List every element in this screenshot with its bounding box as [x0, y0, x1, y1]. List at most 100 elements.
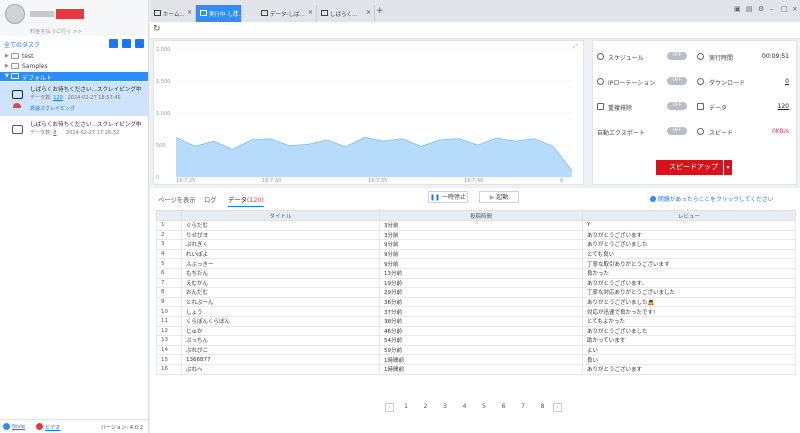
tab-data[interactable]: データ-しば... × — [257, 5, 317, 22]
table-row[interactable]: 8 おんだむ 29分前 丁寧な対応ありがとうございました — [156, 287, 796, 298]
page-number[interactable]: 4 — [458, 403, 472, 410]
table-row[interactable]: 11 くらぽんくらぽん 38分前 とてもよかった — [156, 315, 796, 327]
table-row[interactable]: 10 しょう 37分前 対応が迅速で良かったです! — [156, 306, 796, 317]
col-posted[interactable]: 投稿時間 — [379, 210, 583, 221]
task-item[interactable]: しばらくお待ちください...スクレイピング中 データ数: 120 2024-02… — [0, 82, 148, 116]
help-link[interactable]: 問題があったらここをクリックしてください — [650, 194, 774, 203]
download-value[interactable]: 0 — [739, 78, 789, 85]
close-icon[interactable]: × — [135, 85, 140, 92]
col-title[interactable]: タイトル — [181, 210, 380, 221]
book-icon[interactable]: ▤ — [746, 5, 753, 13]
table-row[interactable]: 4 れいぽよ 9分前 とても良い — [156, 248, 796, 260]
new-folder-icon[interactable] — [122, 39, 131, 48]
page-number[interactable]: 2 — [419, 403, 433, 410]
tab-home[interactable]: ホーム... × — [150, 5, 196, 22]
task-item[interactable]: しばらくお待ちください...スクレイピング中 データ数: 8 2024-02-2… — [0, 117, 148, 151]
folder-test[interactable]: ▶ test — [0, 52, 148, 61]
style-link[interactable]: Stvle — [12, 424, 25, 430]
ip-rotation-toggle[interactable]: OFF — [667, 77, 687, 85]
close-icon[interactable]: × — [308, 9, 313, 16]
page-number[interactable]: 7 — [516, 403, 530, 410]
table-row[interactable]: 14 ぷれぴこ 59分前 よい — [156, 344, 796, 356]
schedule-toggle[interactable]: OFF — [667, 52, 687, 60]
expand-icon[interactable]: ⤢ — [573, 43, 578, 51]
table-row[interactable]: 12 じゅか 46分前 ありがとうございました — [156, 325, 796, 337]
page-number[interactable]: 8 — [536, 403, 550, 410]
ip-rotation-label: IPローテーション — [608, 80, 656, 87]
prev-page-icon[interactable]: ‹ — [385, 403, 394, 412]
task-count[interactable]: 120 — [53, 95, 63, 101]
tab-show-page[interactable]: ページを表示 — [158, 195, 196, 204]
next-page-icon[interactable]: › — [553, 403, 562, 412]
row-index: 13 — [156, 335, 182, 346]
row-posted: 46分前 — [379, 325, 583, 337]
account-header: 料金を払うに行く >> — [0, 0, 148, 36]
sidebar-footer: Stvle ビデオ バージョン: 4.0.2 — [0, 419, 148, 433]
table-row[interactable]: 9 とれぷーん 36分前 ありがとうございました🙇 — [156, 296, 796, 308]
row-review: ありがとうございました — [582, 325, 796, 337]
version-label: バージョン: 4.0.2 — [100, 425, 143, 431]
import-icon[interactable] — [135, 39, 144, 48]
gear-icon[interactable]: ⚙ — [758, 5, 764, 13]
folder-samples[interactable]: ▶ Samples — [0, 62, 148, 71]
refresh-icon[interactable]: ↻ — [153, 24, 161, 34]
avatar[interactable] — [5, 4, 25, 24]
chevron-down-icon[interactable]: ▾ — [723, 160, 732, 175]
tab-log[interactable]: ログ — [204, 195, 217, 204]
data-value[interactable]: 120 — [739, 103, 789, 110]
table-row[interactable]: 15 1366877 1時間前 良い — [156, 354, 796, 365]
row-posted: 37分前 — [379, 306, 583, 317]
close-icon[interactable]: × — [366, 9, 371, 16]
y-tick-label: 2,000 — [156, 47, 170, 53]
table-row[interactable]: 1 ぐらだむ 3分前 Y — [156, 220, 796, 231]
page-number[interactable]: 5 — [477, 403, 491, 410]
table-row[interactable]: 13 ぷっちん 54分前 助かっています — [156, 335, 796, 346]
table-row[interactable]: 16 ぷれへ 1時間前 ありがとうございます — [156, 363, 796, 375]
table-row[interactable]: 2 りせぴヨ 3分前 ありがとうございます — [156, 229, 796, 241]
close-icon[interactable]: × — [187, 9, 192, 16]
auto-export-toggle[interactable]: OFF — [667, 127, 687, 135]
pause-button[interactable]: ❚❚ 一時停止 — [428, 191, 468, 203]
dedup-icon — [597, 103, 604, 110]
task-count-label: データ数: — [30, 130, 52, 136]
new-task-icon[interactable] — [109, 39, 118, 48]
dedup-toggle[interactable]: OFF — [667, 102, 687, 110]
row-review: ありがとうございます。 — [582, 277, 796, 289]
task-time: 2024-02-27 17:28:32 — [66, 130, 120, 136]
page-number[interactable]: 6 — [497, 403, 511, 410]
table-row[interactable]: 3 ぷれぎく 9分前 ありがとうございました — [156, 239, 796, 250]
start-button[interactable]: ▶ 起動 — [479, 191, 519, 203]
tab-data-view[interactable]: データ(120) — [228, 195, 264, 207]
add-tab-icon[interactable]: + — [376, 6, 384, 16]
video-link[interactable]: ビデオ — [45, 424, 61, 431]
close-icon[interactable]: × — [233, 9, 238, 16]
tab-task[interactable]: しばらく... × — [317, 5, 375, 22]
row-posted: 13分前 — [379, 267, 583, 279]
table-row[interactable]: 5 ふぶっきー 9分前 丁寧な取引ありがとうございます — [156, 258, 796, 269]
row-posted: 36分前 — [379, 296, 583, 308]
row-index: 7 — [156, 277, 182, 289]
col-review[interactable]: レビュー — [582, 210, 796, 221]
tab-running[interactable]: 実行中-しば... × — [196, 5, 244, 22]
gift-icon[interactable]: ▣ — [734, 5, 741, 13]
page-icon — [261, 10, 268, 16]
page-number[interactable]: 3 — [438, 403, 452, 410]
minimize-icon[interactable]: – — [770, 5, 774, 13]
tab-label: 実行中-しば... — [209, 12, 244, 18]
row-posted: 3分前 — [379, 220, 583, 231]
pay-link[interactable]: 料金を払うに行く >> — [30, 28, 82, 35]
page-number[interactable]: 1 — [399, 403, 413, 410]
row-review: ありがとうございました🙇 — [582, 296, 796, 308]
tab-data-label: データ — [228, 197, 247, 204]
table-row[interactable]: 6 もちたん 13分前 良かった — [156, 267, 796, 279]
folder-label: test — [22, 53, 34, 60]
close-window-icon[interactable]: × — [792, 5, 798, 13]
table-row[interactable]: 7 えむかん 19分前 ありがとうございます。 — [156, 277, 796, 289]
col-index — [156, 210, 182, 221]
folder-default[interactable]: ▼ デフォルト — [0, 72, 148, 82]
maximize-icon[interactable]: □ — [781, 5, 788, 13]
all-tasks-label[interactable]: 全てのタスク — [4, 40, 40, 49]
speedup-button[interactable]: スピードアップ — [656, 160, 731, 175]
close-icon[interactable]: × — [135, 120, 140, 127]
task-count[interactable]: 8 — [53, 130, 56, 136]
